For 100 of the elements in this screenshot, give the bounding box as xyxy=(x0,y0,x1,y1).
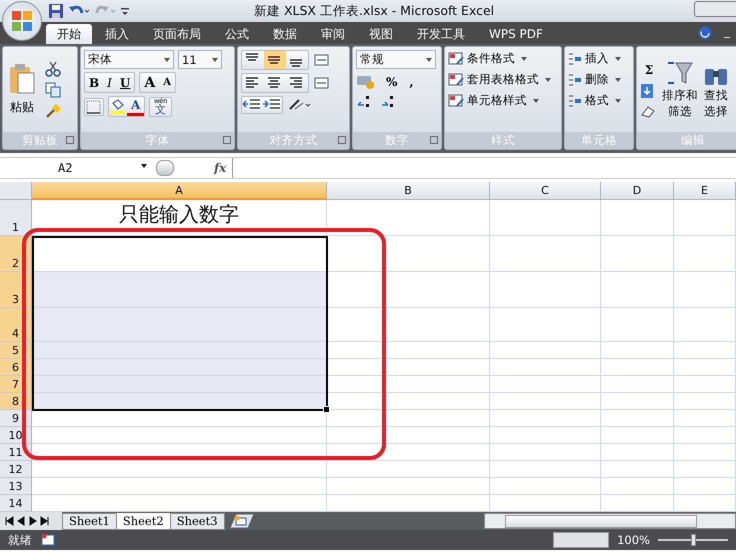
ribbon-tab[interactable]: WPS PDF xyxy=(478,24,554,44)
horizontal-scrollbar[interactable] xyxy=(484,513,736,529)
style-menu-button[interactable]: 单元格样式 xyxy=(448,92,558,109)
format-painter-icon[interactable] xyxy=(45,102,61,118)
selected-cell[interactable] xyxy=(32,376,327,393)
cells-icon xyxy=(568,52,582,66)
empty-cell xyxy=(674,478,736,495)
empty-cell xyxy=(674,236,736,272)
cells-menu-button[interactable]: 格式 xyxy=(568,92,630,109)
ribbon-tab[interactable]: 插入 xyxy=(94,24,140,44)
font-name-field[interactable]: 宋体 xyxy=(84,50,174,69)
sheet-tab[interactable]: Sheet3 xyxy=(170,512,225,530)
empty-cell xyxy=(674,342,736,359)
sort-filter-button[interactable]: 排序和 筛选 xyxy=(661,60,699,118)
column-header[interactable]: B xyxy=(327,182,490,200)
group-label: 字体 xyxy=(146,133,170,148)
empty-cell xyxy=(674,410,736,427)
office-button[interactable] xyxy=(2,1,42,41)
selected-cell[interactable] xyxy=(32,393,327,410)
wrap-text-icon[interactable] xyxy=(313,52,331,68)
clipboard-icon xyxy=(8,63,36,95)
dialog-launcher-icon[interactable] xyxy=(223,136,231,144)
ribbon-tab[interactable]: 开发工具 xyxy=(406,24,476,44)
empty-cell xyxy=(674,461,736,478)
sheet-navigation-icon[interactable] xyxy=(0,512,62,530)
group-label: 对齐方式 xyxy=(270,133,318,148)
sheet-tab[interactable]: Sheet2 xyxy=(116,512,171,530)
ribbon-tab[interactable]: 审阅 xyxy=(310,24,356,44)
customize-caret-icon[interactable] xyxy=(120,5,130,17)
dialog-launcher-icon[interactable] xyxy=(66,136,74,144)
empty-cell xyxy=(674,393,736,410)
dialog-launcher-icon[interactable] xyxy=(430,136,438,144)
ribbon-tab[interactable]: 页面布局 xyxy=(142,24,212,44)
cells-menu-button[interactable]: 插入 xyxy=(568,50,630,67)
column-header[interactable]: A xyxy=(32,182,327,200)
office-logo-icon xyxy=(9,8,35,34)
column-header[interactable]: D xyxy=(601,182,674,200)
macro-record-icon[interactable] xyxy=(40,533,56,547)
merge-cells-icon[interactable] xyxy=(313,75,331,91)
autosum-button[interactable]: Σ xyxy=(640,60,658,79)
splitter-handle[interactable] xyxy=(156,160,174,176)
ribbon-tab[interactable]: 视图 xyxy=(358,24,404,44)
style-menu-button[interactable]: 条件格式 xyxy=(448,50,558,67)
window-controls[interactable] xyxy=(694,1,736,17)
find-select-button[interactable]: 查找 选择 xyxy=(702,60,730,118)
bold-button[interactable]: B xyxy=(85,73,104,92)
border-icon[interactable] xyxy=(85,98,103,114)
shrink-font-button[interactable]: A xyxy=(159,73,176,92)
empty-cell xyxy=(674,427,736,444)
name-box[interactable]: A2 xyxy=(0,161,150,175)
cells-icon xyxy=(568,94,582,108)
table-cell: 只能输入数字 xyxy=(32,200,327,236)
selected-cell[interactable] xyxy=(32,359,327,376)
sheet-tab[interactable]: Sheet1 xyxy=(62,512,117,530)
group-label: 单元格 xyxy=(581,133,617,148)
empty-cell xyxy=(674,272,736,308)
selected-cell[interactable] xyxy=(32,272,327,308)
fill-color-icon[interactable] xyxy=(109,98,127,114)
grow-font-button[interactable]: A xyxy=(140,73,160,92)
ribbon-tab[interactable]: 开始 xyxy=(46,24,92,44)
insert-function-button[interactable]: fx xyxy=(174,158,234,178)
zoom-slider-thumb[interactable] xyxy=(691,534,696,546)
status-text: 就绪 xyxy=(8,532,32,548)
underline-button[interactable]: U xyxy=(116,73,134,92)
selected-cell[interactable] xyxy=(32,308,327,342)
style-menu-button[interactable]: 套用表格格式 xyxy=(448,71,558,88)
cells-menu-button[interactable]: 删除 xyxy=(568,71,630,88)
window-title: 新建 XLSX 工作表.xlsx - Microsoft Excel xyxy=(254,2,494,20)
ribbon-tab[interactable]: 数据 xyxy=(262,24,308,44)
zoom-level: 100% xyxy=(617,533,650,547)
help-icon[interactable] xyxy=(698,26,712,40)
align-button[interactable] xyxy=(264,51,286,69)
table-style-icon xyxy=(448,94,464,108)
fill-handle[interactable] xyxy=(323,406,330,413)
comma-style-button[interactable]: , xyxy=(405,72,418,91)
group-label: 剪贴板 xyxy=(22,133,58,148)
font-size-field[interactable]: 11 xyxy=(178,50,222,69)
empty-cell xyxy=(674,376,736,393)
percent-button[interactable]: % xyxy=(382,72,402,91)
empty-cell xyxy=(674,444,736,461)
column-header[interactable]: E xyxy=(674,182,736,200)
table-style-icon xyxy=(448,52,464,66)
row-header[interactable]: 11 xyxy=(0,444,32,461)
column-header[interactable]: C xyxy=(490,182,601,200)
group-label: 数字 xyxy=(385,133,409,148)
cells-icon xyxy=(568,72,582,86)
table-style-icon xyxy=(448,72,464,86)
row-header[interactable]: 13 xyxy=(0,478,32,495)
ribbon-tab[interactable]: 公式 xyxy=(214,24,260,44)
row-header[interactable]: 14 xyxy=(0,495,32,512)
cut-icon[interactable] xyxy=(45,60,61,76)
row-header[interactable]: 1 xyxy=(0,200,32,236)
italic-button[interactable]: I xyxy=(103,73,116,92)
number-format-field[interactable]: 常规 xyxy=(356,50,436,69)
selected-cell[interactable] xyxy=(32,342,327,359)
copy-icon[interactable] xyxy=(45,82,61,98)
dialog-launcher-icon[interactable] xyxy=(338,136,346,144)
paste-button[interactable]: 粘贴 xyxy=(6,61,38,118)
save-icon[interactable] xyxy=(48,3,64,19)
row-header[interactable]: 12 xyxy=(0,461,32,478)
